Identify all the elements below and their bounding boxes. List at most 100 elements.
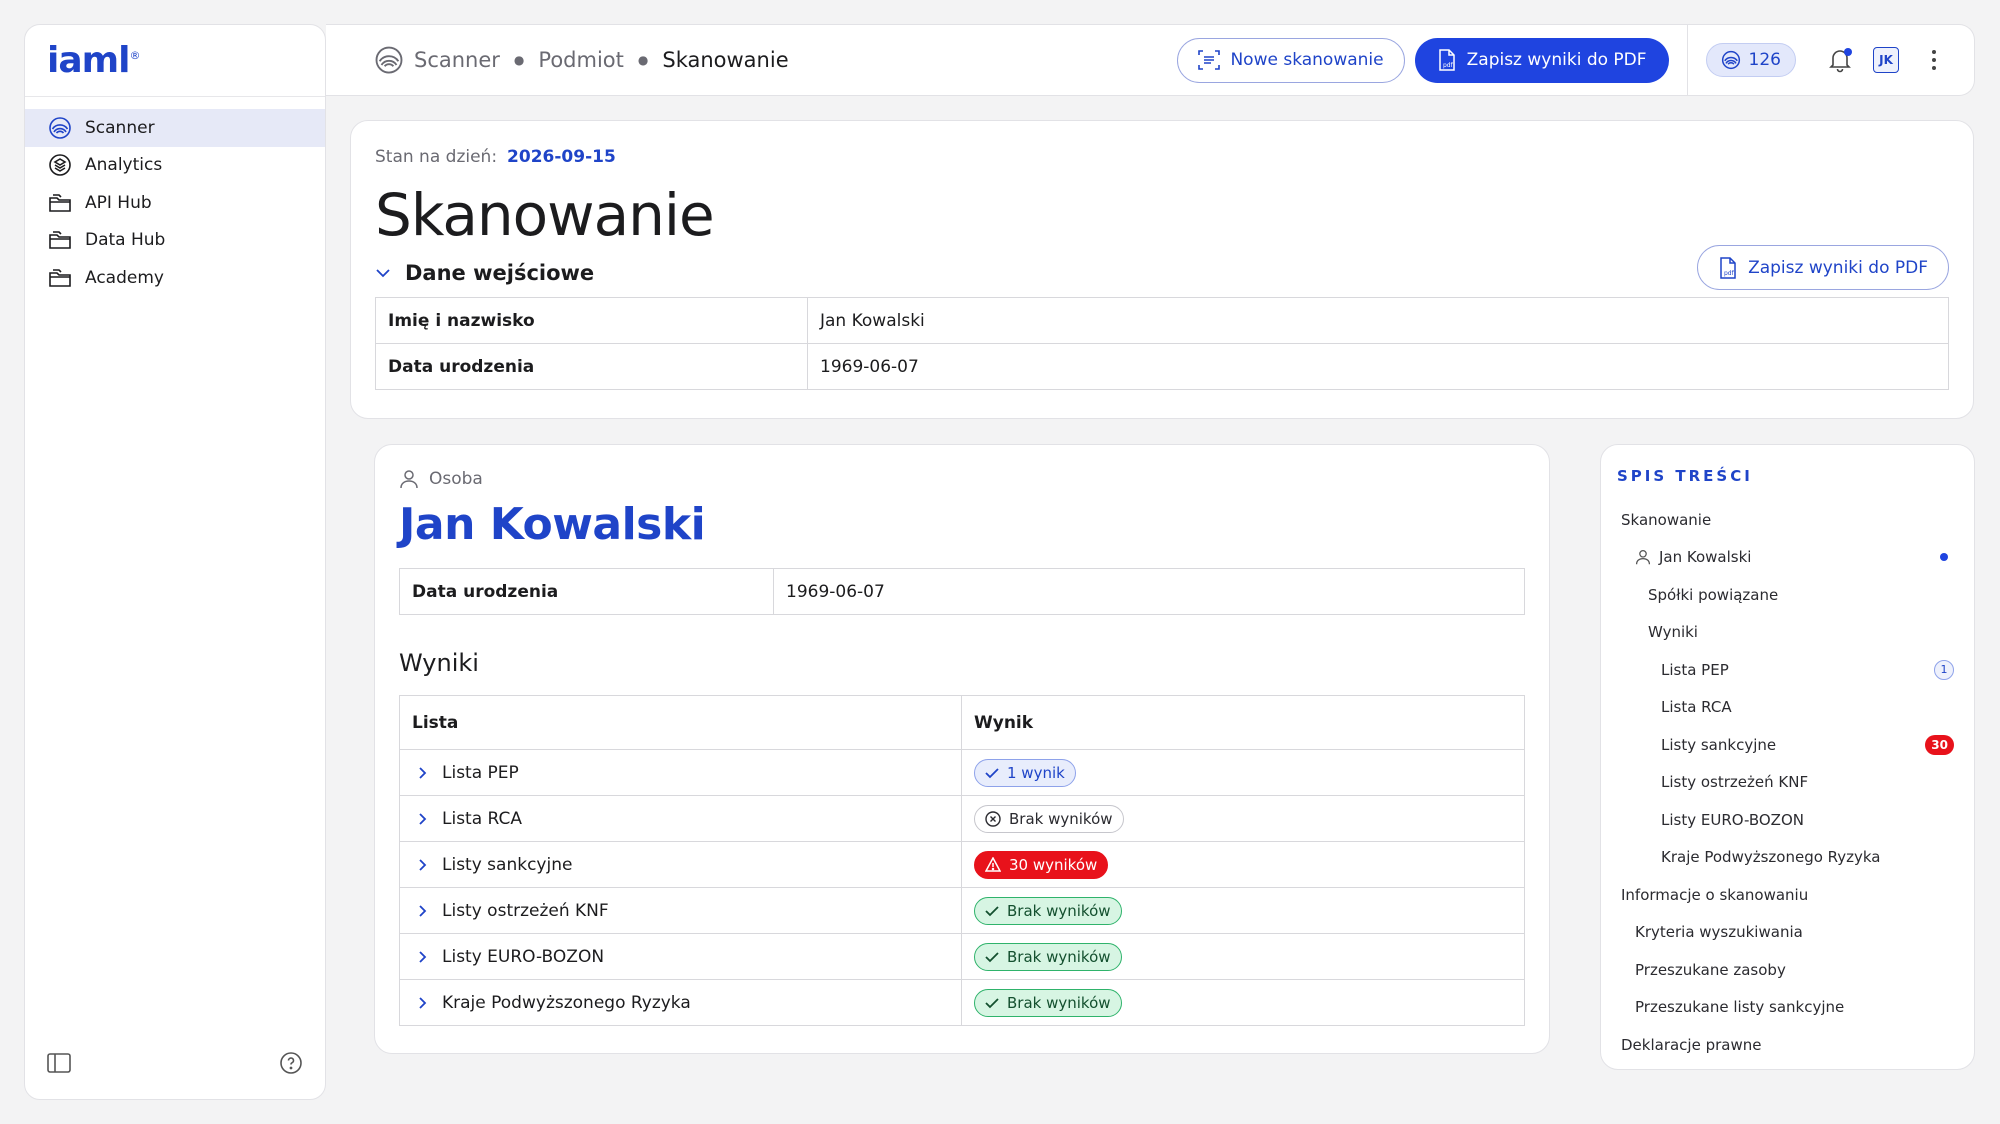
list-name: Listy EURO-BOZON xyxy=(442,946,605,967)
table-row: Listy ostrzeżeń KNF Brak wyników xyxy=(399,887,1525,934)
more-options-button[interactable] xyxy=(1914,40,1954,80)
save-pdf-label: Zapisz wyniki do PDF xyxy=(1748,257,1928,278)
result-label: Brak wyników xyxy=(1009,809,1113,828)
user-avatar-button[interactable]: JK xyxy=(1866,40,1906,80)
breadcrumb-item-scanner[interactable]: Scanner xyxy=(414,48,500,72)
person-details-table: Data urodzenia 1969-06-07 xyxy=(399,568,1525,615)
field-value: Jan Kowalski xyxy=(807,297,1949,344)
check-icon xyxy=(985,767,999,779)
save-pdf-label: Zapisz wyniki do PDF xyxy=(1466,50,1647,70)
notifications-button[interactable] xyxy=(1820,40,1860,80)
save-pdf-button[interactable]: pdf Zapisz wyniki do PDF xyxy=(1414,37,1669,83)
toc-item-spolki[interactable]: Spółki powiązane xyxy=(1617,576,1958,614)
chevron-right-icon xyxy=(418,904,428,918)
pdf-icon: pdf xyxy=(1437,49,1457,71)
toc-count-badge: 1 xyxy=(1934,659,1954,680)
list-name: Lista RCA xyxy=(442,808,523,829)
folder-icon xyxy=(47,265,73,291)
chevron-right-icon xyxy=(418,996,428,1010)
table-row: Listy sankcyjne 30 wyników xyxy=(399,841,1525,888)
breadcrumb-item-podmiot[interactable]: Podmiot xyxy=(538,48,623,72)
page-title: Skanowanie xyxy=(375,181,715,249)
sidebar-item-analytics[interactable]: Analytics xyxy=(25,147,325,185)
toc-item-label: Spółki powiązane xyxy=(1648,585,1779,604)
scanner-icon xyxy=(47,115,73,141)
result-label: 30 wyników xyxy=(1009,855,1098,874)
sidebar-item-label: Academy xyxy=(85,267,164,288)
new-scan-button[interactable]: Nowe skanowanie xyxy=(1177,37,1405,83)
list-name: Kraje Podwyższonego Ryzyka xyxy=(442,992,691,1013)
result-label: Brak wyników xyxy=(1007,993,1111,1012)
toc-item-kraje-ryzyka[interactable]: Kraje Podwyższonego Ryzyka xyxy=(1617,839,1958,877)
sidebar-toggle-icon[interactable] xyxy=(47,1053,71,1073)
chevron-right-icon xyxy=(418,858,428,872)
column-header-list: Lista xyxy=(399,695,962,750)
pdf-icon: pdf xyxy=(1718,256,1738,279)
toc-item-informacje[interactable]: Informacje o skanowaniu xyxy=(1617,876,1958,914)
expand-row-kraje-ryzyka[interactable]: Kraje Podwyższonego Ryzyka xyxy=(412,993,949,1013)
toc-item-euro-bozon[interactable]: Listy EURO-BOZON xyxy=(1617,801,1958,839)
sidebar-item-label: Scanner xyxy=(85,117,155,138)
table-row: Listy EURO-BOZON Brak wyników xyxy=(399,933,1525,980)
toc-item-label: Przeszukane listy sankcyjne xyxy=(1635,998,1845,1017)
table-row: Kraje Podwyższonego Ryzyka Brak wyników xyxy=(399,979,1525,1026)
person-icon xyxy=(1635,549,1651,565)
expand-row-listy-sankcyjne[interactable]: Listy sankcyjne xyxy=(412,855,949,875)
result-badge: Brak wyników xyxy=(974,896,1122,925)
sidebar: iaml® Scanner Analytics API Hub Data Hub xyxy=(24,24,326,1100)
help-icon[interactable] xyxy=(279,1051,303,1075)
breadcrumb-item-current: Skanowanie xyxy=(662,48,789,72)
toc-item-jan-kowalski[interactable]: Jan Kowalski xyxy=(1617,539,1958,577)
toc-item-kryteria[interactable]: Kryteria wyszukiwania xyxy=(1617,914,1958,952)
sidebar-item-label: API Hub xyxy=(85,192,152,213)
notification-dot xyxy=(1844,48,1852,56)
result-badge: 30 wyników xyxy=(974,850,1109,879)
toc-item-label: Listy ostrzeżeń KNF xyxy=(1661,773,1809,792)
app-logo[interactable]: iaml® xyxy=(47,40,140,81)
result-badge: Brak wyników xyxy=(974,942,1122,971)
expand-row-lista-rca[interactable]: Lista RCA xyxy=(412,809,949,829)
expand-row-euro-bozon[interactable]: Listy EURO-BOZON xyxy=(412,947,949,967)
input-data-table: Imię i nazwisko Jan Kowalski Data urodze… xyxy=(375,297,1949,390)
sidebar-item-data-hub[interactable]: Data Hub xyxy=(25,222,325,260)
toc-item-lista-rca[interactable]: Lista RCA xyxy=(1617,689,1958,727)
sidebar-item-api-hub[interactable]: API Hub xyxy=(25,184,325,222)
toc-item-lista-pep[interactable]: Lista PEP 1 xyxy=(1617,651,1958,689)
table-row: Data urodzenia 1969-06-07 xyxy=(399,568,1525,615)
toc-item-zasoby[interactable]: Przeszukane zasoby xyxy=(1617,951,1958,989)
list-name: Listy ostrzeżeń KNF xyxy=(442,900,609,921)
toc-list: Skanowanie Jan Kowalski Spółki powiązane… xyxy=(1617,501,1958,1064)
toc-item-label: Przeszukane zasoby xyxy=(1635,960,1786,979)
as-of-date: Stan na dzień: 2026-09-15 xyxy=(375,147,1949,167)
toc-item-listy-sankcyjne[interactable]: Listy sankcyjne 30 xyxy=(1617,726,1958,764)
toc-item-listy-przeszukane[interactable]: Przeszukane listy sankcyjne xyxy=(1617,989,1958,1027)
toc-item-deklaracje[interactable]: Deklaracje prawne xyxy=(1617,1026,1958,1064)
toc-item-label: Lista RCA xyxy=(1661,698,1732,717)
credits-badge[interactable]: 126 xyxy=(1705,43,1796,77)
toc-title: SPIS TREŚCI xyxy=(1617,467,1753,485)
expand-row-listy-knf[interactable]: Listy ostrzeżeń KNF xyxy=(412,901,949,921)
sidebar-item-label: Data Hub xyxy=(85,230,166,251)
result-badge: 1 wynik xyxy=(974,758,1076,787)
toc-item-label: Skanowanie xyxy=(1621,510,1712,529)
sidebar-item-academy[interactable]: Academy xyxy=(25,259,325,297)
avatar: JK xyxy=(1873,47,1899,73)
chevron-right-icon xyxy=(418,812,428,826)
sidebar-item-label: Analytics xyxy=(85,155,163,176)
toc-item-skanowanie[interactable]: Skanowanie xyxy=(1617,501,1958,539)
field-value: 1969-06-07 xyxy=(773,568,1525,615)
field-label: Data urodzenia xyxy=(375,343,808,390)
field-label: Imię i nazwisko xyxy=(375,297,808,344)
toc-item-listy-knf[interactable]: Listy ostrzeżeń KNF xyxy=(1617,764,1958,802)
check-icon xyxy=(985,905,999,917)
warning-icon xyxy=(985,857,1001,872)
expand-row-lista-pep[interactable]: Lista PEP xyxy=(412,763,949,783)
toc-item-label: Listy EURO-BOZON xyxy=(1661,810,1804,829)
analytics-icon xyxy=(47,152,73,178)
sidebar-item-scanner[interactable]: Scanner xyxy=(25,109,325,147)
toc-item-wyniki[interactable]: Wyniki xyxy=(1617,614,1958,652)
save-pdf-secondary-button[interactable]: pdf Zapisz wyniki do PDF xyxy=(1697,245,1949,290)
breadcrumb-separator: ● xyxy=(637,53,649,67)
top-bar: Scanner ● Podmiot ● Skanowanie Nowe skan… xyxy=(326,24,1975,96)
person-icon xyxy=(399,469,419,489)
